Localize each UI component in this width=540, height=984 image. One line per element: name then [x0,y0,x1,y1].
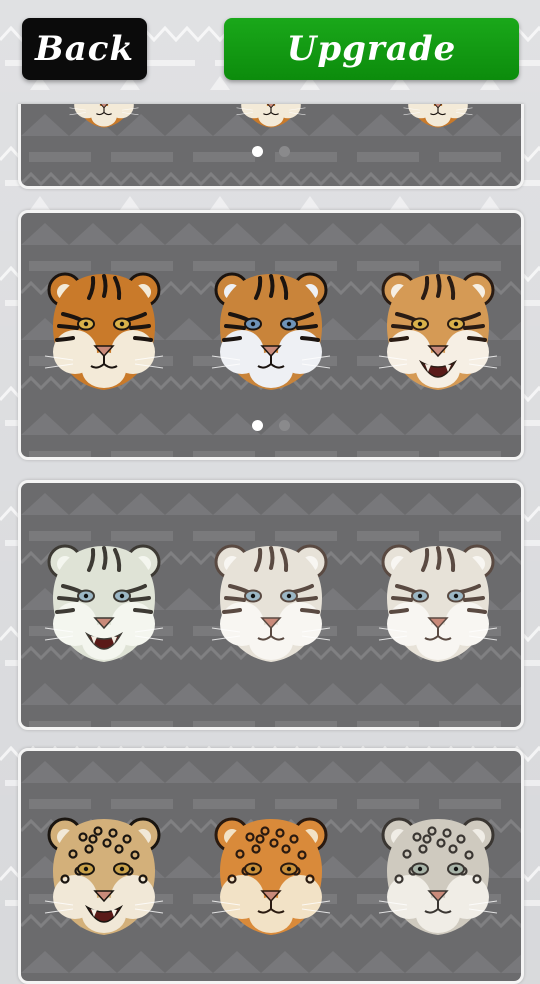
page-indicator [21,146,521,157]
white-tiger-head-icon[interactable] [377,531,499,662]
back-button[interactable]: Back [22,18,147,80]
sticker-pack-card[interactable] [18,480,524,730]
sticker-pack-card[interactable] [18,104,524,189]
tiger-head-icon[interactable] [377,104,499,184]
blue-eyed-tiger-head-icon[interactable] [210,259,332,390]
jaguar-head-icon[interactable] [210,799,332,935]
page-dot[interactable] [279,420,290,431]
tiger-head-icon[interactable] [210,104,332,184]
page-dot[interactable] [279,146,290,157]
white-tiger-head-icon[interactable] [210,531,332,662]
top-bar: Back Upgrade [0,0,540,100]
snarling-leopard-head-icon[interactable] [43,799,165,935]
page-indicator [21,420,521,431]
roaring-white-tiger-head-icon[interactable] [43,531,165,662]
bengal-tiger-head-icon[interactable] [43,259,165,390]
snow-leopard-head-icon[interactable] [377,799,499,935]
page-dot[interactable] [252,146,263,157]
roaring-tiger-head-icon[interactable] [377,259,499,390]
sticker-pack-card[interactable] [18,210,524,460]
sticker-pack-card[interactable] [18,748,524,984]
tiger-head-icon[interactable] [43,104,165,184]
upgrade-button[interactable]: Upgrade [224,18,519,80]
page-dot[interactable] [252,420,263,431]
